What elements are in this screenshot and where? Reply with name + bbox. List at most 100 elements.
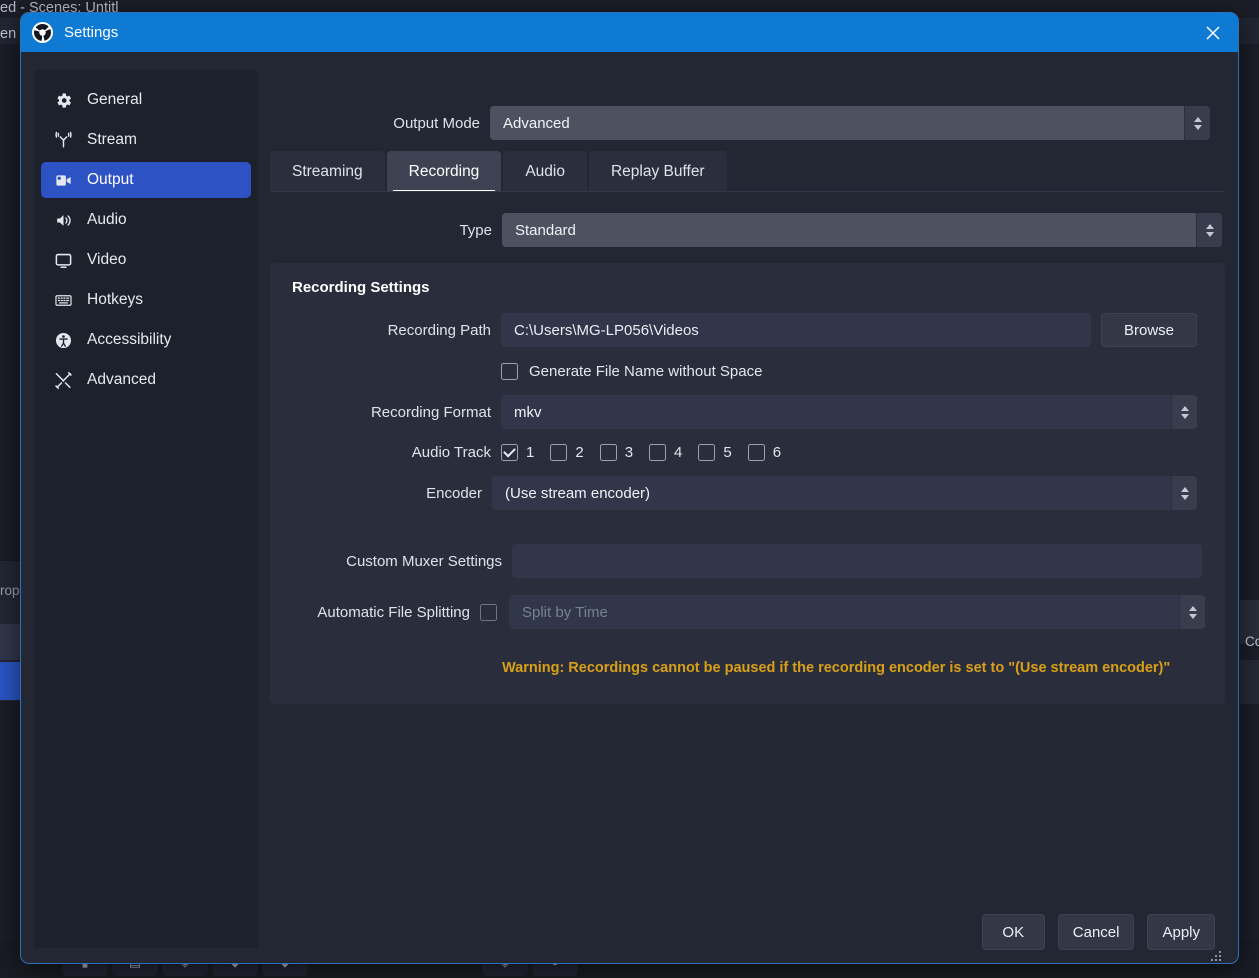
sidebar-item-label: Advanced (87, 371, 156, 388)
chevron-down-icon (1180, 494, 1189, 500)
sidebar-item-label: General (87, 91, 143, 108)
audio-track-6-checkbox[interactable] (747, 444, 765, 461)
tab-label: Recording (408, 162, 480, 180)
audio-track-5-checkbox[interactable] (698, 444, 716, 461)
tab-recording[interactable]: Recording (386, 151, 502, 192)
tab-label: Audio (525, 162, 565, 180)
sidebar-item-accessibility[interactable]: Accessibility (41, 322, 251, 358)
apply-button-label: Apply (1162, 923, 1200, 941)
type-select[interactable]: Standard (502, 213, 1222, 247)
settings-dialog: Settings General Stream Output Audio Vid… (20, 12, 1239, 964)
encoder-label: Encoder (426, 484, 482, 502)
custom-muxer-input[interactable] (512, 544, 1202, 578)
sidebar-item-advanced[interactable]: Advanced (41, 362, 251, 398)
settings-sidebar: General Stream Output Audio Video Hotkey… (34, 70, 258, 948)
sidebar-item-label: Audio (87, 211, 127, 228)
sidebar-item-general[interactable]: General (41, 82, 251, 118)
obs-logo-icon (32, 22, 53, 43)
chevron-up-icon (1193, 116, 1202, 122)
chevron-down-icon (1193, 124, 1202, 130)
dialog-body: General Stream Output Audio Video Hotkey… (21, 52, 1238, 963)
background-controls-label: Co (1245, 634, 1259, 649)
type-label: Type (459, 221, 492, 239)
tab-replay-buffer[interactable]: Replay Buffer (588, 151, 727, 192)
file-splitting-select[interactable]: Split by Time (509, 595, 1205, 629)
audio-track-2-checkbox[interactable] (550, 444, 568, 461)
resize-grip[interactable] (1208, 948, 1221, 961)
cancel-button-label: Cancel (1072, 923, 1120, 941)
audio-track-label: Audio Track (411, 444, 491, 461)
ok-button[interactable]: OK (981, 914, 1045, 950)
chevron-down-icon (1188, 613, 1197, 619)
generate-filename-row: Generate File Name without Space (282, 363, 1205, 380)
audio-track-1-checkbox[interactable] (501, 444, 518, 461)
audio-track-2-label: 2 (575, 444, 584, 461)
audio-track-3-label: 3 (624, 444, 634, 461)
tools-icon (53, 370, 74, 391)
dialog-title-bar[interactable]: Settings (21, 13, 1238, 52)
sidebar-item-label: Stream (87, 131, 137, 148)
chevron-updown-icon[interactable] (1171, 395, 1197, 429)
audio-track-3-checkbox[interactable] (599, 444, 617, 461)
recording-format-value: mkv (514, 403, 542, 421)
sidebar-item-audio[interactable]: Audio (41, 202, 251, 238)
chevron-down-icon (1180, 413, 1189, 419)
recording-format-row: Recording Format mkv (282, 395, 1205, 429)
broadcast-icon (53, 130, 74, 151)
tab-streaming[interactable]: Streaming (270, 151, 385, 192)
sidebar-item-label: Hotkeys (87, 291, 143, 308)
recording-settings-title: Recording Settings (292, 279, 430, 296)
generate-filename-label: Generate File Name without Space (529, 363, 763, 380)
background-menu-item: en (0, 26, 17, 42)
output-mode-value: Advanced (503, 114, 570, 132)
chevron-updown-icon[interactable] (1179, 595, 1205, 629)
output-mode-select[interactable]: Advanced (490, 106, 1210, 140)
keyboard-icon (53, 290, 74, 311)
chevron-updown-icon[interactable] (1196, 213, 1222, 247)
speaker-icon (53, 210, 74, 231)
type-value: Standard (515, 221, 576, 239)
chevron-up-icon (1205, 223, 1214, 229)
tab-label: Streaming (292, 162, 363, 180)
apply-button[interactable]: Apply (1147, 914, 1215, 950)
custom-muxer-row: Custom Muxer Settings (282, 544, 1205, 578)
file-splitting-value: Split by Time (522, 603, 608, 621)
recording-path-label: Recording Path (387, 321, 491, 339)
generate-filename-checkbox[interactable] (501, 363, 518, 380)
recording-path-row: Recording Path C:\Users\MG-LP056\Videos … (282, 313, 1205, 347)
settings-content-pane: Output Mode Advanced Streaming Recording (270, 70, 1225, 963)
recording-settings-group: Recording Settings Recording Path C:\Use… (270, 263, 1225, 704)
audio-track-6-label: 6 (772, 444, 782, 461)
file-splitting-row: Automatic File Splitting Split by Time (282, 595, 1205, 629)
output-mode-label: Output Mode (393, 114, 480, 132)
background-left-selected-row (0, 662, 22, 700)
custom-muxer-label: Custom Muxer Settings (346, 552, 502, 570)
sidebar-item-label: Video (87, 251, 127, 268)
sidebar-item-stream[interactable]: Stream (41, 122, 251, 158)
close-icon[interactable] (1188, 13, 1238, 52)
sidebar-item-hotkeys[interactable]: Hotkeys (41, 282, 251, 318)
tab-label: Replay Buffer (610, 162, 705, 180)
chevron-down-icon (1205, 231, 1214, 237)
recording-path-value: C:\Users\MG-LP056\Videos (514, 321, 699, 339)
recording-path-input[interactable]: C:\Users\MG-LP056\Videos (501, 313, 1091, 347)
chevron-updown-icon[interactable] (1184, 106, 1210, 140)
encoder-select[interactable]: (Use stream encoder) (492, 476, 1197, 510)
tab-audio[interactable]: Audio (503, 151, 587, 192)
encoder-warning-text: Warning: Recordings cannot be paused if … (502, 660, 1171, 676)
background-crop-label: rop (0, 583, 20, 598)
chevron-updown-icon[interactable] (1171, 476, 1197, 510)
output-tab-bar: Streaming Recording Audio Replay Buffer (270, 150, 1225, 192)
sidebar-item-video[interactable]: Video (41, 242, 251, 278)
recording-format-select[interactable]: mkv (501, 395, 1197, 429)
type-row: Type Standard (270, 213, 1225, 247)
gear-icon (53, 90, 74, 111)
chevron-up-icon (1188, 605, 1197, 611)
sidebar-item-output[interactable]: Output (41, 162, 251, 198)
audio-track-4-checkbox[interactable] (649, 444, 667, 461)
file-splitting-checkbox[interactable] (480, 603, 497, 621)
browse-button[interactable]: Browse (1101, 313, 1197, 347)
cancel-button[interactable]: Cancel (1057, 914, 1135, 950)
sidebar-item-label: Output (87, 171, 134, 188)
recording-format-label: Recording Format (370, 403, 491, 421)
